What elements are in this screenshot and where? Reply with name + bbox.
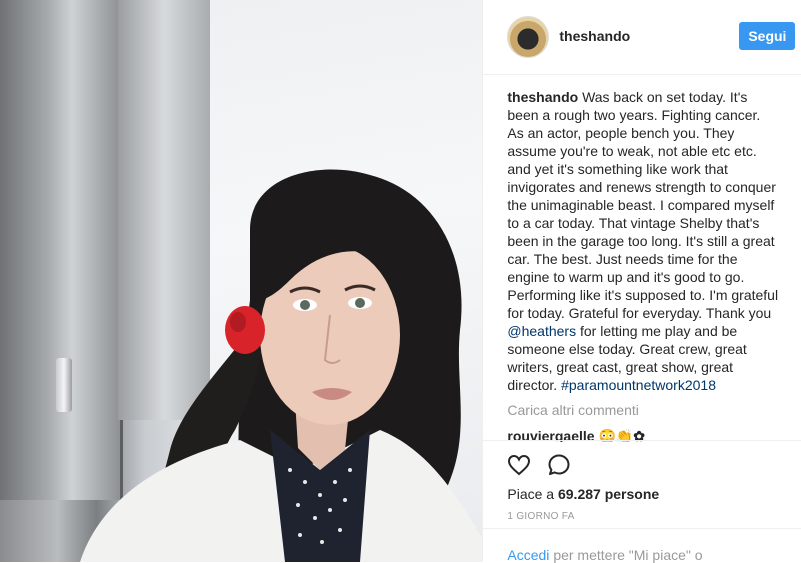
likes-number[interactable]: 69.287 persone xyxy=(558,486,659,502)
caption-username[interactable]: theshando xyxy=(507,89,578,105)
post-header: theshando Segui xyxy=(483,0,801,75)
post-sidebar: theshando Segui theshando Was back on se… xyxy=(482,0,801,563)
login-prompt: Accedi per mettere "Mi piace" o xyxy=(507,547,702,563)
person-selfie xyxy=(80,169,483,562)
avatar[interactable] xyxy=(507,16,550,58)
author-username[interactable]: theshando xyxy=(559,28,630,44)
caption-mention-link[interactable]: @heathers xyxy=(507,323,576,339)
caption-hashtag-link[interactable]: #paramountnetwork2018 xyxy=(561,377,716,393)
action-bar xyxy=(483,440,801,476)
post-timestamp[interactable]: 1 GIORNO FA xyxy=(507,511,574,522)
instagram-post: theshando Segui theshando Was back on se… xyxy=(0,0,801,563)
login-link[interactable]: Accedi xyxy=(507,547,549,563)
login-prompt-text: per mettere "Mi piace" o xyxy=(553,547,703,563)
follow-button[interactable]: Segui xyxy=(739,22,796,50)
load-more-comments[interactable]: Carica altri commenti xyxy=(507,402,638,418)
comment-icon[interactable] xyxy=(547,453,571,477)
likes-count[interactable]: Piace a 69.287 persone xyxy=(507,486,659,502)
caption: theshando Was back on set today. It's be… xyxy=(507,88,779,394)
login-prompt-bar: Accedi per mettere "Mi piace" o xyxy=(483,528,801,563)
likes-prefix: Piace a xyxy=(507,486,555,502)
heart-icon[interactable] xyxy=(507,453,531,477)
post-photo[interactable] xyxy=(0,0,483,562)
caption-text-before-mention: Was back on set today. It's been a rough… xyxy=(507,89,779,321)
